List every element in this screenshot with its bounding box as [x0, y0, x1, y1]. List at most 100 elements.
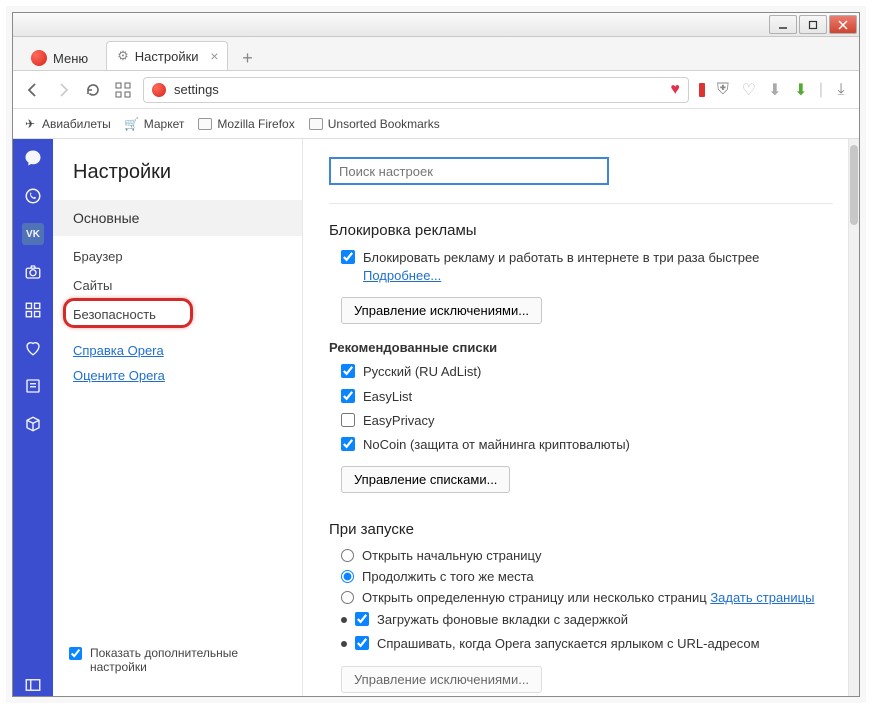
- nav-sites[interactable]: Сайты: [53, 271, 302, 300]
- list-easylist-checkbox[interactable]: [341, 389, 355, 403]
- tab-settings[interactable]: ⚙ Настройки ×: [106, 41, 227, 70]
- list-easylist-label: EasyList: [363, 388, 412, 406]
- bg-tabs-label: Загружать фоновые вкладки с задержкой: [377, 611, 628, 629]
- adblock-more-link[interactable]: Подробнее...: [363, 268, 441, 283]
- reload-button[interactable]: [83, 80, 103, 100]
- opera-menu-label: Меню: [53, 51, 88, 66]
- adblock-enable-checkbox[interactable]: [341, 250, 355, 264]
- box-icon[interactable]: [22, 413, 44, 435]
- extension-icon[interactable]: [699, 83, 705, 97]
- window-minimize-button[interactable]: [769, 15, 797, 34]
- speed-dial-button[interactable]: [113, 80, 133, 100]
- forward-button[interactable]: [53, 80, 73, 100]
- startup-specific-label: Открыть определенную страницу или нескол…: [362, 590, 814, 605]
- bookmarks-bar: ✈ Авиабилеты 🛒 Маркет Mozilla Firefox Unso…: [13, 109, 859, 139]
- address-input[interactable]: [174, 82, 662, 97]
- manage-lists-button[interactable]: Управление списками...: [341, 466, 510, 493]
- camera-icon[interactable]: [22, 261, 44, 283]
- startup-continue-label: Продолжить с того же места: [362, 569, 534, 584]
- startup-manage-exceptions-button[interactable]: Управление исключениями...: [341, 666, 542, 693]
- browser-window: Меню ⚙ Настройки × + ♥ ⛨ ♡ ⬇ ⬇ | ⤓ ✈: [12, 12, 860, 697]
- help-link[interactable]: Справка Opera: [73, 343, 282, 358]
- rate-link[interactable]: Оцените Opera: [73, 368, 282, 383]
- nav-security[interactable]: Безопасность: [53, 300, 302, 329]
- heart-sidebar-icon[interactable]: [22, 337, 44, 359]
- nav-security-label: Безопасность: [73, 307, 156, 322]
- panel-toggle-icon[interactable]: [22, 674, 44, 696]
- back-button[interactable]: [23, 80, 43, 100]
- bookmark-item[interactable]: Unsorted Bookmarks: [309, 117, 440, 131]
- gear-icon: ⚙: [117, 48, 129, 64]
- bg-tabs-checkbox[interactable]: [355, 612, 369, 626]
- window-maximize-button[interactable]: [799, 15, 827, 34]
- ask-url-label: Спрашивать, когда Opera запускается ярлы…: [377, 635, 760, 653]
- manage-exceptions-button[interactable]: Управление исключениями...: [341, 297, 542, 324]
- messenger-icon[interactable]: [22, 147, 44, 169]
- show-advanced-checkbox-row[interactable]: Показать дополнительные настройки: [53, 636, 302, 684]
- nav-browser[interactable]: Браузер: [53, 242, 302, 271]
- bookmark-label: Mozilla Firefox: [217, 117, 294, 131]
- adblock-enable-label: Блокировать рекламу и работать в интерне…: [363, 249, 759, 285]
- opera-logo-icon: [31, 50, 47, 66]
- window-titlebar: [13, 13, 859, 37]
- list-easyprivacy-label: EasyPrivacy: [363, 412, 435, 430]
- section-startup: При запуске Открыть начальную страницу П…: [329, 521, 833, 696]
- bookmark-item[interactable]: 🛒 Маркет: [125, 117, 185, 131]
- vpn-icon[interactable]: ♡: [741, 82, 757, 98]
- opera-menu-button[interactable]: Меню: [21, 46, 98, 70]
- startup-startpage-label: Открыть начальную страницу: [362, 548, 542, 563]
- settings-content: Блокировка рекламы Блокировать рекламу и…: [303, 139, 859, 696]
- startup-title: При запуске: [329, 521, 833, 538]
- ask-url-checkbox[interactable]: [355, 636, 369, 650]
- tab-strip: Меню ⚙ Настройки × +: [13, 37, 859, 71]
- vk-icon[interactable]: VK: [22, 223, 44, 245]
- bookmark-label: Авиабилеты: [42, 117, 111, 131]
- show-advanced-label: Показать дополнительные настройки: [90, 646, 286, 674]
- extension-icons: ⛨ ♡ ⬇ ⬇ | ⤓: [699, 81, 849, 99]
- extension-green-icon[interactable]: ⬇: [793, 82, 809, 98]
- new-tab-button[interactable]: +: [236, 46, 260, 70]
- content-area: VK Настройки Основные Браузер Сайты Безо…: [13, 139, 859, 696]
- scrollbar-thumb[interactable]: [850, 145, 858, 225]
- section-adblock: Блокировка рекламы Блокировать рекламу и…: [329, 222, 833, 499]
- settings-title: Настройки: [53, 161, 302, 200]
- download-ext-icon[interactable]: ⬇: [767, 82, 783, 98]
- settings-search-input[interactable]: [329, 157, 609, 185]
- set-pages-link[interactable]: Задать страницы: [710, 590, 814, 605]
- bullet-icon: [341, 641, 347, 647]
- list-ru-label: Русский (RU AdList): [363, 363, 481, 381]
- adblock-title: Блокировка рекламы: [329, 222, 833, 239]
- tab-title: Настройки: [135, 49, 199, 64]
- grid-icon[interactable]: [22, 299, 44, 321]
- nav-basic[interactable]: Основные: [53, 200, 302, 236]
- startup-startpage-radio[interactable]: [341, 549, 354, 562]
- bullet-icon: [341, 617, 347, 623]
- heart-icon[interactable]: ♥: [670, 81, 680, 99]
- sidebar-mini: VK: [13, 139, 53, 696]
- shield-icon[interactable]: ⛨: [715, 82, 731, 98]
- list-nocoin-checkbox[interactable]: [341, 437, 355, 451]
- recommended-lists-title: Рекомендованные списки: [329, 340, 833, 355]
- window-close-button[interactable]: [829, 15, 857, 34]
- toolbar: ♥ ⛨ ♡ ⬇ ⬇ | ⤓: [13, 71, 859, 109]
- startup-continue-radio[interactable]: [341, 570, 354, 583]
- opera-favicon-icon: [152, 83, 166, 97]
- bookmark-label: Маркет: [144, 117, 185, 131]
- settings-sidebar: Настройки Основные Браузер Сайты Безопас…: [53, 139, 303, 696]
- bookmark-item[interactable]: ✈ Авиабилеты: [23, 117, 111, 131]
- tab-close-button[interactable]: ×: [210, 48, 218, 64]
- downloads-button[interactable]: ⤓: [833, 82, 849, 98]
- list-ru-checkbox[interactable]: [341, 364, 355, 378]
- address-bar[interactable]: ♥: [143, 77, 689, 103]
- folder-icon: [198, 118, 212, 130]
- cart-icon: 🛒: [125, 117, 139, 131]
- list-easyprivacy-checkbox[interactable]: [341, 413, 355, 427]
- list-nocoin-label: NoCoin (защита от майнинга криптовалюты): [363, 436, 630, 454]
- show-advanced-checkbox[interactable]: [69, 647, 82, 660]
- plane-icon: ✈: [23, 117, 37, 131]
- folder-icon: [309, 118, 323, 130]
- bookmark-item[interactable]: Mozilla Firefox: [198, 117, 294, 131]
- news-icon[interactable]: [22, 375, 44, 397]
- whatsapp-icon[interactable]: [22, 185, 44, 207]
- startup-specific-radio[interactable]: [341, 591, 354, 604]
